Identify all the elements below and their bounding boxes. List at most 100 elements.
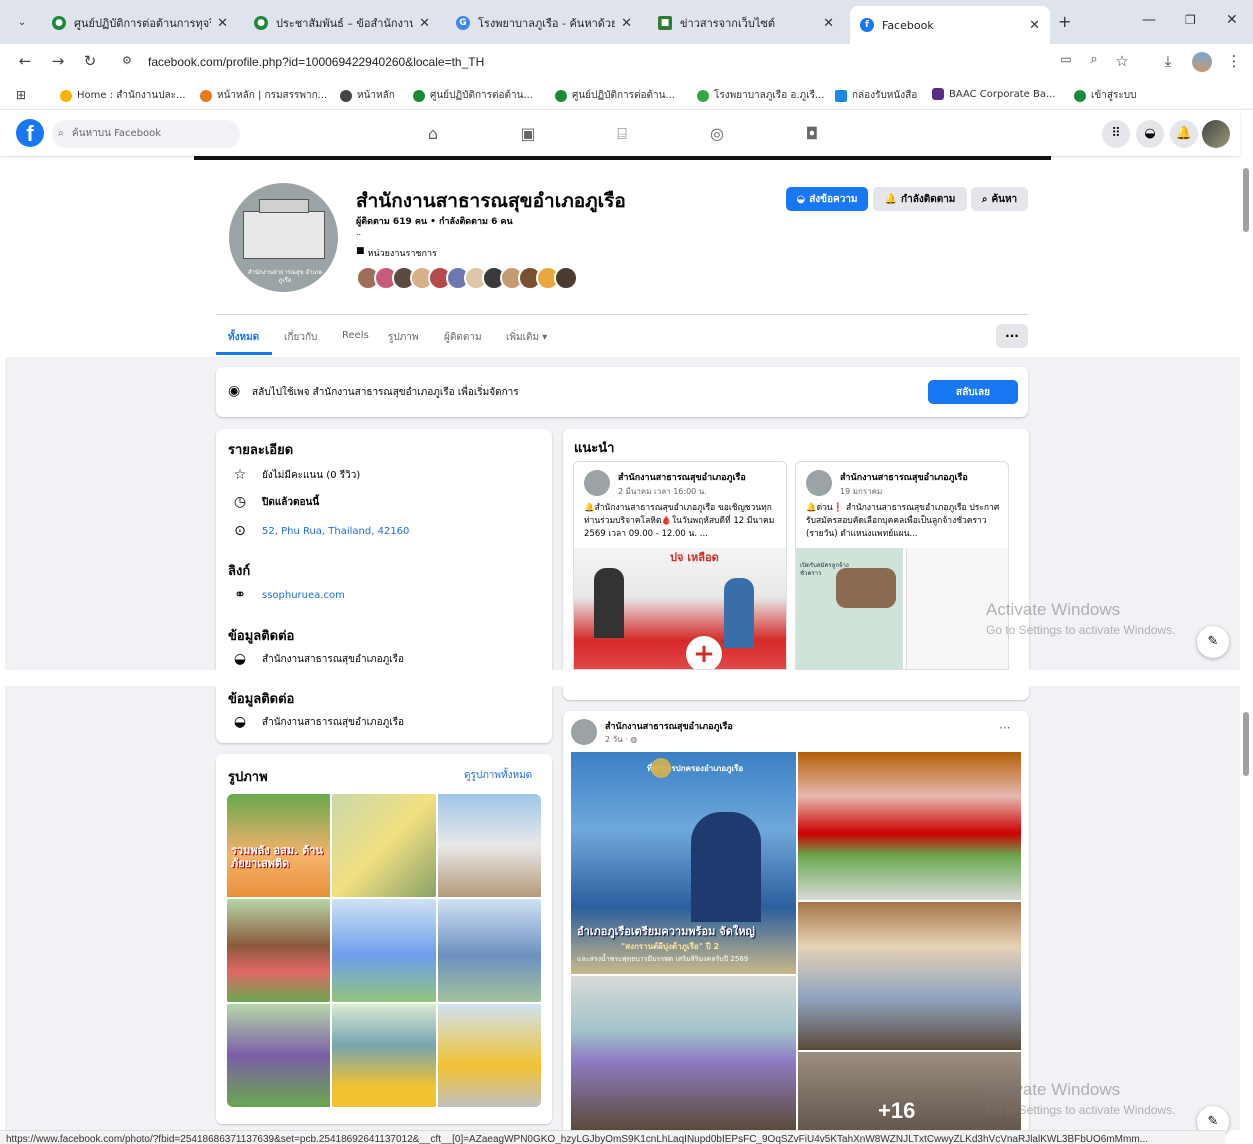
new-tab-button[interactable]: + [1058, 12, 1071, 31]
tab-photos[interactable]: รูปภาพ [388, 330, 419, 345]
post-image-2[interactable] [798, 752, 1021, 900]
account-avatar[interactable] [1202, 120, 1230, 148]
groups-icon[interactable]: ◎ [705, 124, 729, 143]
apps-grid-icon[interactable]: ⊞ [16, 88, 26, 102]
tab-more[interactable]: เพิ่มเติม ▾ [506, 330, 547, 345]
following-button[interactable]: 🔔 กำลังติดตาม [873, 187, 967, 211]
bookmark-8[interactable]: BAAC Corporate Ba... [932, 88, 1056, 100]
browser-tab-1[interactable]: ● ศูนย์ปฏิบัติการต่อต้านการทุจริต ✕ [42, 8, 238, 38]
close-tab-icon[interactable]: ✕ [1029, 18, 1040, 33]
avatar-caption: สำนักงานสาธารณสุข อำเภอภูเรือ [247, 269, 323, 284]
website-link[interactable]: ssophuruea.com [262, 590, 345, 601]
messenger-icon[interactable]: ◒ [1136, 120, 1164, 148]
switch-now-button[interactable]: สลับเลย [928, 380, 1018, 404]
tab-search-button[interactable]: ⌄ [12, 13, 32, 33]
photo-thumbnail-8[interactable] [332, 1004, 436, 1107]
more-options-button[interactable]: ··· [996, 324, 1028, 348]
hours-row: ◷ ปิดแล้วตอนนี้ [232, 494, 319, 510]
tab-about[interactable]: เกี่ยวกับ [284, 330, 317, 345]
address-row[interactable]: ⊙ 52, Phu Rua, Thailand, 42160 [232, 523, 409, 539]
close-tab-icon[interactable]: ✕ [621, 16, 632, 31]
tab-reels[interactable]: Reels [342, 330, 369, 341]
send-message-button[interactable]: ◒ ส่งข้อความ [786, 187, 868, 211]
category-text: หน่วยงานราชการ [367, 249, 437, 259]
bookmark-4[interactable]: ศูนย์ปฏิบัติการต่อต้าน... [413, 88, 533, 103]
photo-thumbnail-1[interactable]: รวมพลัง อสม. ต้านภัยยาเสพติด [227, 794, 330, 897]
browser-tab-4[interactable]: ■ ข่าวสารจากเว็บไซต์ ✕ [648, 8, 844, 38]
address-bar[interactable]: ⚙ facebook.com/profile.php?id=1000694229… [116, 49, 1144, 75]
gaming-icon[interactable]: ◘ [800, 124, 824, 143]
facebook-logo-icon[interactable]: f [16, 119, 44, 147]
star-icon: ☆ [233, 467, 247, 483]
see-all-photos-link[interactable]: ดูรูปภาพทั้งหมด [464, 768, 532, 783]
photo-thumbnail-2[interactable] [332, 794, 436, 897]
close-tab-icon[interactable]: ✕ [217, 16, 228, 31]
video-icon[interactable]: ▣ [516, 124, 540, 143]
post-image-3[interactable] [798, 902, 1021, 1050]
photo-thumbnail-9[interactable] [438, 1004, 541, 1107]
zoom-icon[interactable]: ⌕ [1084, 52, 1104, 67]
featured-post-2[interactable]: สำนักงานสาธารณสุขอำเภอภูเรือ 19 มกราคม 🔔… [795, 461, 1009, 670]
post-options-icon[interactable]: ··· [999, 721, 1010, 735]
bookmark-favicon-icon [60, 89, 72, 102]
tab-followers[interactable]: ผู้ติดตาม [444, 330, 482, 345]
reload-icon[interactable]: ↻ [80, 52, 100, 70]
bookmark-1[interactable]: Home : สำนักงานปละ... [60, 88, 186, 103]
website-row[interactable]: ⚭ ssophuruea.com [232, 587, 345, 603]
browser-tab-3[interactable]: G โรงพยาบาลภูเรือ - ค้นหาด้วย Go ✕ [446, 8, 642, 38]
bookmark-7[interactable]: กล่องรับหนังสือ [835, 88, 917, 103]
marketplace-icon[interactable]: ⌸ [610, 124, 634, 144]
page-scrollbar-thumb[interactable] [1243, 168, 1249, 232]
public-globe-icon: ◍ [630, 735, 638, 744]
contact-row[interactable]: ◒ สำนักงานสาธารณสุขอำเภอภูเรือ [232, 651, 404, 667]
browser-tab-2[interactable]: ● ประชาสัมพันธ์ – ข้อสำนักงานสาธ ✕ [244, 8, 440, 38]
contact-row[interactable]: ◒ สำนักงานสาธารณสุขอำเภอภูเรือ [232, 714, 404, 730]
photos-card: รูปภาพ ดูรูปภาพทั้งหมด รวมพลัง อสม. ต้าน… [216, 754, 552, 1124]
photo-thumbnail-5[interactable] [332, 899, 436, 1002]
bookmark-5[interactable]: ศูนย์ปฏิบัติการต่อต้าน... [555, 88, 675, 103]
post-image-main[interactable]: ที่ทำการปกครองอำเภอภูเรือ อำเภอภูเรือเตร… [571, 752, 796, 974]
tab-all[interactable]: ทั้งหมด [228, 330, 259, 345]
page-scrollbar-thumb-lower[interactable] [1243, 712, 1249, 776]
site-info-icon[interactable]: ⚙ [122, 54, 132, 67]
photo-thumbnail-4[interactable] [227, 899, 330, 1002]
follower-count[interactable]: ผู้ติดตาม 619 คน • กำลังติดตาม 6 คน [356, 214, 513, 228]
profile-avatar[interactable] [1192, 52, 1212, 72]
author-avatar[interactable] [571, 719, 597, 745]
bookmark-9[interactable]: เข้าสู่ระบบ [1074, 88, 1136, 103]
back-icon[interactable]: ← [15, 52, 35, 70]
home-icon[interactable]: ⌂ [421, 124, 445, 143]
notifications-bell-icon[interactable]: 🔔 [1170, 120, 1198, 148]
browser-tab-facebook[interactable]: f Facebook ✕ [850, 6, 1050, 44]
featured-post-1[interactable]: สำนักงานสาธารณสุขอำเภอภูเรือ 2 มีนาคม เว… [573, 461, 787, 670]
minimize-icon[interactable]: — [1142, 12, 1156, 28]
post-author[interactable]: สำนักงานสาธารณสุขอำเภอภูเรือ [605, 719, 733, 733]
follower-avatars[interactable] [356, 266, 592, 290]
menu-kebab-icon[interactable]: ⋮ [1224, 52, 1244, 70]
details-heading: รายละเอียด [228, 443, 294, 458]
download-icon[interactable]: ⤓ [1158, 52, 1178, 70]
restore-icon[interactable]: ❐ [1185, 13, 1196, 27]
page-search-button[interactable]: ⌕ ค้นหา [971, 187, 1028, 211]
close-tab-icon[interactable]: ✕ [823, 16, 834, 31]
bookmark-2[interactable]: หน้าหลัก | กรมสรรพาก... [200, 88, 327, 103]
bookmark-6[interactable]: โรงพยาบาลภูเรือ อ.ภูเรื... [697, 88, 824, 103]
forward-icon[interactable]: → [48, 52, 68, 70]
close-tab-icon[interactable]: ✕ [419, 16, 430, 31]
facebook-search-input[interactable]: ⌕ ค้นหาบน Facebook [52, 120, 240, 148]
menu-grid-icon[interactable]: ⠿ [1102, 120, 1130, 148]
post-image-4[interactable] [571, 976, 796, 1130]
photos-heading: รูปภาพ [228, 770, 268, 785]
photo-thumbnail-7[interactable] [227, 1004, 330, 1107]
close-window-icon[interactable]: ✕ [1226, 12, 1238, 28]
bookmark-favicon-icon [697, 89, 709, 102]
send-message-label: ส่งข้อความ [809, 193, 858, 205]
bookmark-star-icon[interactable]: ☆ [1112, 52, 1132, 70]
photo-thumbnail-3[interactable] [438, 794, 541, 897]
compose-edit-button[interactable]: ✎ [1197, 626, 1229, 658]
photo-thumbnail-6[interactable] [438, 899, 541, 1002]
bookmark-3[interactable]: หน้าหลัก [340, 88, 395, 103]
address-link[interactable]: 52, Phu Rua, Thailand, 42160 [262, 526, 409, 537]
cast-icon[interactable]: ▭ [1056, 52, 1076, 66]
page-profile-picture[interactable]: สำนักงานสาธารณสุข อำเภอภูเรือ [226, 180, 341, 295]
